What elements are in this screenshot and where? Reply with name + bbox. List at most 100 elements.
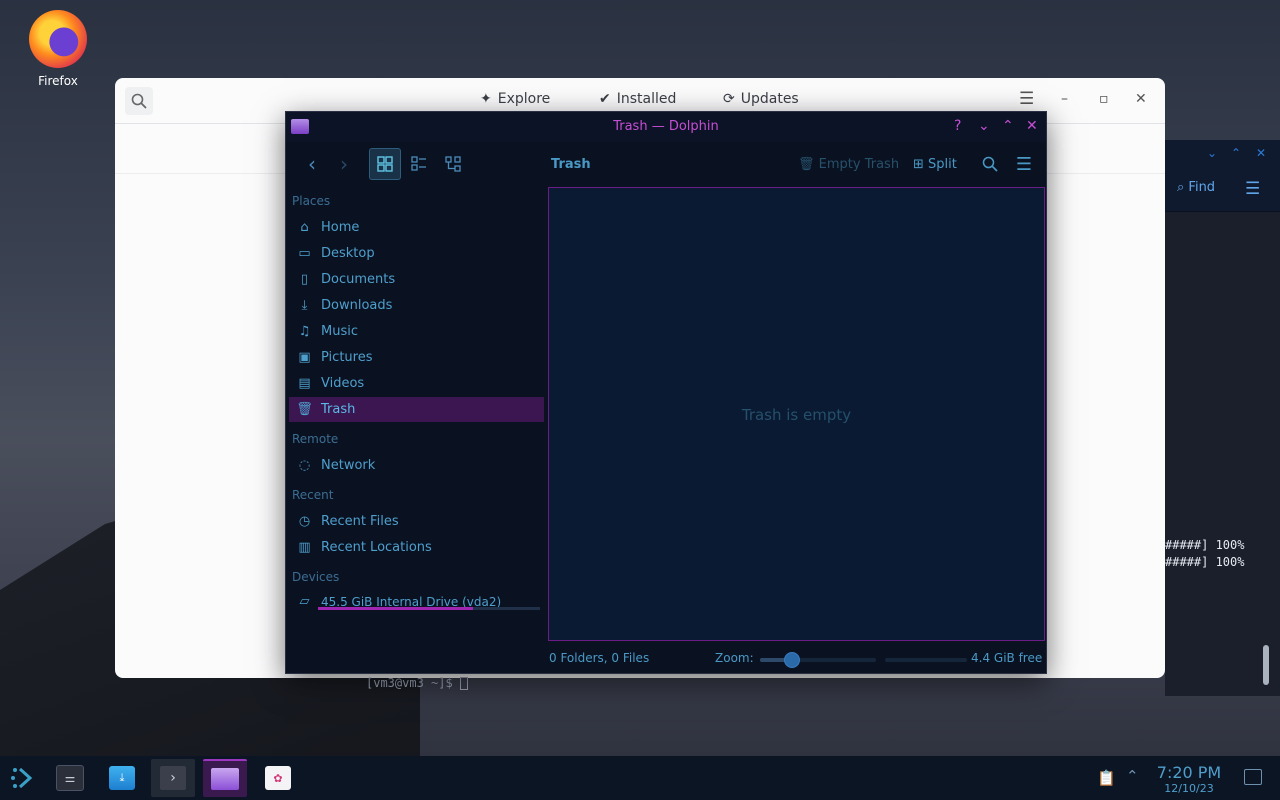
window-title: Trash — Dolphin (613, 119, 719, 134)
terminal-output-line: #####] 100% (1165, 555, 1245, 569)
grid-view-icon (377, 156, 393, 172)
music-icon: ♫ (298, 324, 311, 339)
taskbar-dolphin[interactable] (203, 759, 247, 797)
clock[interactable]: 7:20 PM 12/10/23 (1150, 763, 1228, 795)
terminal-titlebar: ⌄ ⌃ ✕ (1165, 140, 1280, 168)
taskbar-app-store[interactable]: ✿ (256, 759, 300, 797)
pictures-icon: ▣ (298, 350, 311, 365)
recent-files-icon: ◷ (298, 514, 311, 529)
settings-icon: ⚌ (56, 765, 84, 791)
terminal-output-line: #####] 100% (1165, 538, 1245, 552)
hamburger-menu-icon: ☰ (1015, 153, 1033, 175)
chevron-down-icon[interactable]: ⌄ (1207, 146, 1217, 160)
firefox-icon (29, 10, 87, 68)
desktop-icon: ▭ (298, 246, 311, 261)
status-summary: 0 Folders, 0 Files (549, 651, 650, 665)
home-icon: ⌂ (300, 220, 309, 235)
breadcrumb[interactable]: Trash (551, 157, 591, 172)
recent-locations-icon: ▥ (298, 540, 311, 555)
sidebar-item-music[interactable]: ♫ Music (289, 319, 544, 344)
desktop-icon-firefox[interactable]: Firefox (20, 10, 96, 88)
forward-button[interactable]: › (328, 148, 360, 180)
chevron-left-icon: ‹ (308, 152, 316, 176)
sidebar-item-internal-drive[interactable]: ▱ 45.5 GiB Internal Drive (vda2) (289, 589, 544, 614)
app-launcher-button[interactable] (0, 759, 44, 797)
compact-view-icon (411, 156, 426, 171)
trash-icon: 🗑 (798, 157, 815, 172)
store-bag-icon: ⤓ (109, 766, 135, 790)
close-icon[interactable]: ✕ (1026, 118, 1038, 134)
compact-view-button[interactable] (403, 148, 435, 180)
taskbar-system-settings[interactable]: ⚌ (48, 759, 92, 797)
sidebar-item-desktop[interactable]: ▭ Desktop (289, 241, 544, 266)
show-desktop-icon[interactable] (1244, 769, 1262, 785)
tab-explore[interactable]: ✦ Explore (480, 91, 550, 107)
sidebar-item-documents[interactable]: ▯ Documents (289, 267, 544, 292)
tab-installed[interactable]: ✔ Installed (599, 91, 676, 107)
search-button[interactable] (974, 148, 1006, 180)
search-icon[interactable] (125, 87, 153, 115)
help-icon[interactable]: ? (954, 118, 961, 134)
empty-trash-button[interactable]: 🗑 Empty Trash (798, 157, 899, 172)
tree-view-icon (445, 156, 461, 172)
taskbar-konsole[interactable]: › (151, 759, 195, 797)
split-view-icon: ⊞ (913, 157, 924, 172)
minimize-icon[interactable]: ⌄ (978, 118, 990, 134)
status-bar: 0 Folders, 0 Files Zoom: 4.4 GiB free (286, 643, 1046, 673)
find-button[interactable]: ⌕ Find (1177, 180, 1215, 195)
dolphin-window[interactable]: Trash — Dolphin ? ⌄ ⌃ ✕ ‹ › Trash 🗑 Empt… (285, 111, 1047, 674)
hamburger-menu-button[interactable]: ☰ (1008, 148, 1040, 180)
zoom-label: Zoom: (715, 651, 754, 665)
clipboard-icon[interactable]: 📋 (1097, 769, 1116, 787)
zoom-slider-handle[interactable] (784, 652, 801, 668)
details-view-button[interactable] (437, 148, 469, 180)
chevron-right-icon: › (340, 152, 348, 176)
sidebar-item-videos[interactable]: ▤ Videos (289, 371, 544, 396)
clock-time: 7:20 PM (1156, 763, 1222, 782)
terminal-window[interactable]: ⌄ ⌃ ✕ ⌕ Find ☰ #####] 100% #####] 100% (1165, 140, 1280, 696)
drive-icon: ▱ (299, 594, 310, 609)
zoom-slider[interactable] (760, 652, 876, 668)
free-space-bar (885, 658, 967, 662)
sidebar-item-downloads[interactable]: ⤓ Downloads (289, 293, 544, 318)
back-button[interactable]: ‹ (296, 148, 328, 180)
clock-date: 12/10/23 (1164, 782, 1214, 795)
chevron-up-icon[interactable]: ⌃ (1231, 146, 1241, 160)
sidebar-item-home[interactable]: ⌂ Home (289, 215, 544, 240)
launcher-icon (11, 767, 33, 789)
sidebar-item-recent-locations[interactable]: ▥ Recent Locations (289, 535, 544, 560)
shopping-bag-icon: ✿ (265, 766, 291, 790)
file-view[interactable]: Trash is empty (548, 187, 1045, 641)
sidebar-item-pictures[interactable]: ▣ Pictures (289, 345, 544, 370)
sidebar-item-recent-files[interactable]: ◷ Recent Files (289, 509, 544, 534)
folder-icon (211, 768, 239, 790)
tab-updates[interactable]: ⟳ Updates (723, 91, 799, 107)
icons-view-button[interactable] (369, 148, 401, 180)
empty-trash-message: Trash is empty (741, 406, 852, 424)
sidebar-item-network[interactable]: ◌ Network (289, 453, 544, 478)
maximize-icon[interactable]: ⌃ (1002, 118, 1014, 134)
dolphin-titlebar[interactable]: Trash — Dolphin ? ⌄ ⌃ ✕ (286, 112, 1046, 142)
close-icon[interactable]: ✕ (1256, 146, 1266, 160)
network-icon: ◌ (298, 458, 311, 473)
search-icon: ⌕ (1177, 180, 1185, 195)
terminal-toolbar: ⌕ Find ☰ (1165, 168, 1280, 212)
videos-icon: ▤ (298, 376, 311, 391)
split-button[interactable]: ⊞ Split (913, 157, 957, 172)
minimize-icon[interactable]: – (1061, 91, 1068, 107)
downloads-icon: ⤓ (301, 298, 308, 313)
close-icon[interactable]: ✕ (1135, 91, 1147, 107)
taskbar-discover[interactable]: ⤓ (100, 759, 144, 797)
sidebar-item-trash[interactable]: 🗑 Trash (289, 397, 544, 422)
sparkle-icon: ✦ (480, 91, 492, 107)
hamburger-menu-icon[interactable]: ☰ (1245, 179, 1260, 199)
refresh-icon: ⟳ (723, 91, 735, 107)
section-header-devices: Devices (292, 570, 340, 584)
maximize-icon[interactable]: ▫ (1099, 91, 1109, 107)
section-header-recent: Recent (292, 488, 334, 502)
terminal-scrollbar[interactable] (1263, 645, 1269, 685)
hamburger-menu-icon[interactable]: ☰ (1019, 89, 1034, 109)
chevron-up-icon[interactable]: ⌃ (1126, 767, 1139, 785)
dolphin-toolbar: ‹ › Trash 🗑 Empty Trash ⊞ Split ☰ (286, 142, 1046, 186)
cursor-block (459, 677, 468, 690)
